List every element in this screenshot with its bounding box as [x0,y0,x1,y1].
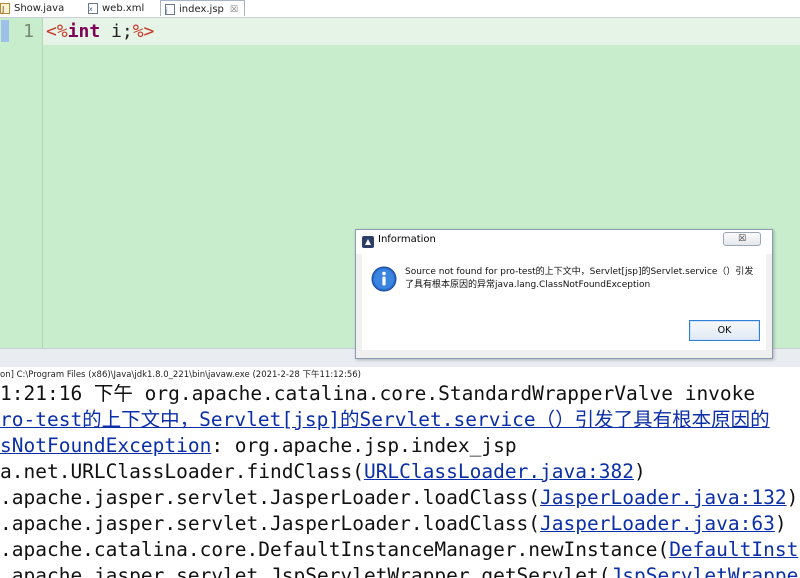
information-dialog: Information ☒ Source not found for pro-t… [355,229,773,359]
current-line-highlight [43,18,800,45]
console-line: ro-test的上下文中，Servlet[jsp]的Servlet.servic… [0,407,770,433]
console-line: .apache.jasper.servlet.JasperLoader.load… [0,485,798,511]
stacktrace-link[interactable]: DefaultInst [669,538,798,561]
stacktrace-link[interactable]: sNotFoundException [0,434,211,457]
console-line: 1:21:16 下午 org.apache.catalina.core.Stan… [0,384,755,407]
stacktrace-link[interactable]: URLClassLoader.java:382 [364,460,634,483]
code-text: i; [100,21,133,42]
svg-text:J: J [1,5,4,14]
tab-label: Show.java [14,3,65,14]
close-tab-icon[interactable]: ☒ [230,5,238,15]
tab-index-jsp[interactable]: j index.jsp ☒ [160,0,245,16]
dialog-titlebar[interactable]: Information ☒ [356,230,772,254]
jsp-file-icon: j [165,3,175,15]
code-line-1[interactable]: <%int i;%> [46,21,154,42]
stacktrace-link[interactable]: JspServletWrappe [610,564,798,578]
dialog-title: Information [378,234,436,245]
console-text: ) [786,486,799,509]
svg-text:x: x [89,6,93,13]
console-line: .apache.catalina.core.DefaultInstanceMan… [0,537,798,563]
console-text: .apache.catalina.core.DefaultInstanceMan… [0,538,670,561]
console-text: .apache.jasper.servlet.JspServletWrapper… [0,564,611,578]
console-text: 1:21:16 下午 org.apache.catalina.core.Stan… [0,384,756,405]
close-button[interactable]: ☒ [723,232,761,246]
jsp-close-delimiter: %> [132,21,155,42]
stacktrace-link[interactable]: JasperLoader.java:132 [540,486,787,509]
keyword: int [67,21,101,42]
console-line: sNotFoundException: org.apache.jsp.index… [0,433,517,459]
overview-ruler [0,18,10,348]
tab-show-java[interactable]: J Show.java [0,0,64,17]
current-line-marker [1,20,9,42]
console-output[interactable]: 1:21:16 下午 org.apache.catalina.core.Stan… [0,384,800,578]
console-line: .apache.jasper.servlet.JspServletWrapper… [0,563,798,578]
jsp-open-delimiter: <% [46,21,68,42]
editor-tab-bar: J Show.java x web.xml j index.jsp ☒ [0,0,800,18]
dialog-message: Source not found for pro-test的上下文中，Servl… [405,267,754,290]
tab-web-xml[interactable]: x web.xml [88,0,144,17]
line-number: 1 [23,21,34,42]
stacktrace-link[interactable]: ro-test的上下文中，Servlet[jsp]的Servlet.servic… [0,408,770,431]
app-icon [362,236,374,248]
console-text: a.net.URLClassLoader.findClass( [0,460,364,483]
console-line: .apache.jasper.servlet.JasperLoader.load… [0,511,787,537]
console-text: ) [774,512,787,535]
console-text: ) [633,460,646,483]
console-line: a.net.URLClassLoader.findClass(URLClassL… [0,459,646,485]
tab-label: index.jsp [179,4,224,15]
console-text: .apache.jasper.servlet.JasperLoader.load… [0,486,541,509]
console-text: : org.apache.jsp.index_jsp [211,434,517,457]
java-file-icon: J [0,2,10,14]
console-process-header: on] C:\Program Files (x86)\Java\jdk1.8.0… [0,367,800,385]
line-number-gutter: 1 [10,18,43,348]
svg-text:j: j [165,7,168,14]
stacktrace-link[interactable]: JasperLoader.java:63 [540,512,775,535]
dialog-body: Source not found for pro-test的上下文中，Servl… [362,254,766,350]
tab-label: web.xml [102,3,145,14]
ok-button[interactable]: OK [689,320,760,341]
xml-file-icon: x [88,2,98,14]
console-text: .apache.jasper.servlet.JasperLoader.load… [0,512,541,535]
info-icon [371,266,397,292]
